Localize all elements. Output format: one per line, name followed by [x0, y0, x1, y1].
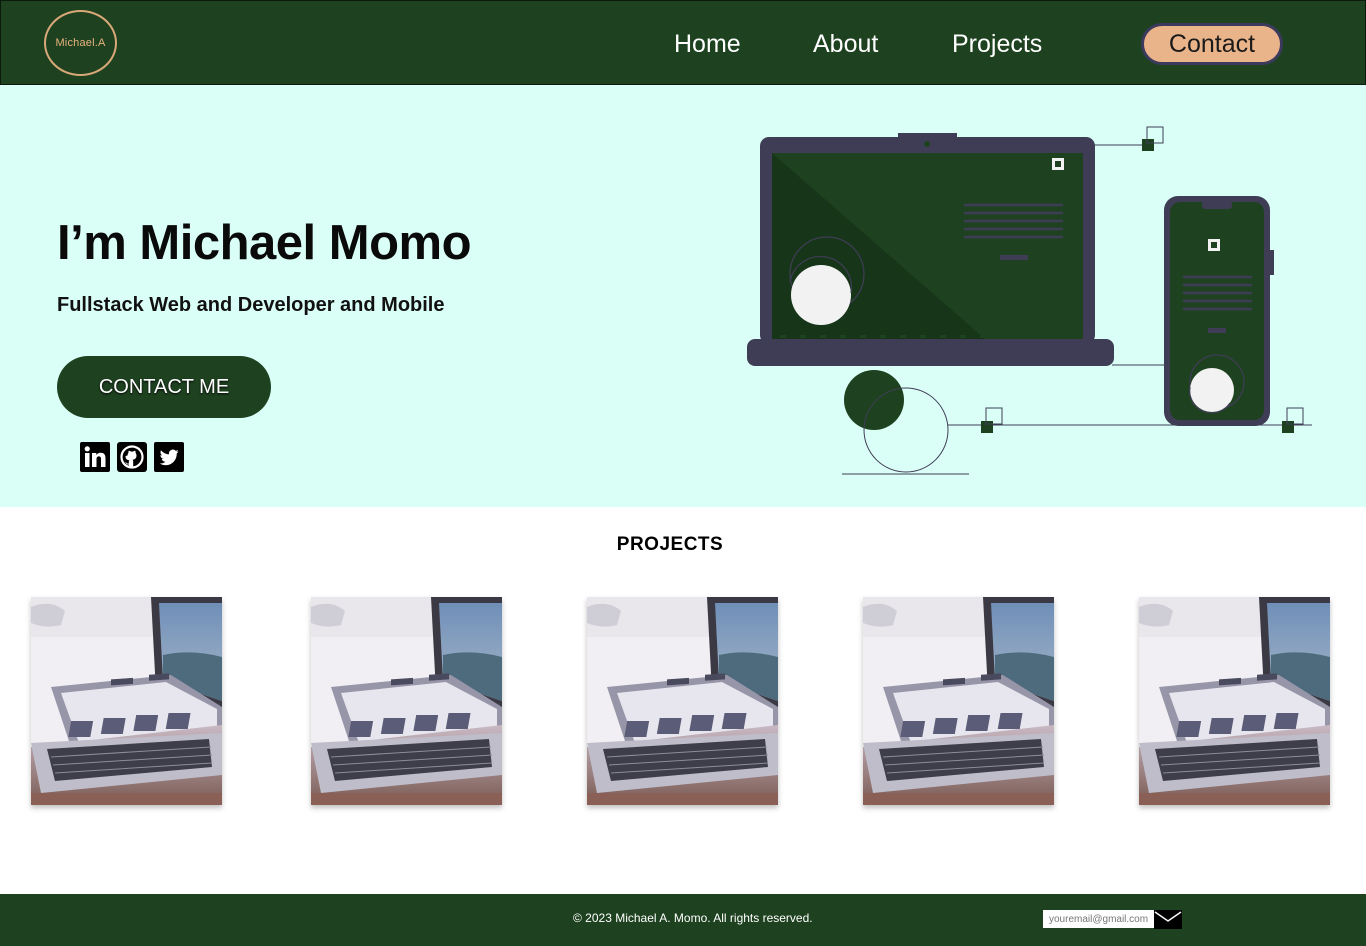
copyright-text: © 2023 Michael A. Momo. All rights reser… — [573, 911, 813, 925]
nav-projects-link[interactable]: Projects — [952, 29, 1042, 59]
top-navbar: Michael.A Home About Projects Contact — [0, 0, 1366, 85]
mail-send-icon[interactable] — [1154, 910, 1182, 929]
devices-illustration — [747, 126, 1312, 475]
contact-me-button[interactable]: CONTACT ME — [57, 356, 271, 418]
nav-about-link[interactable]: About — [813, 29, 878, 59]
project-thumbnail-image — [1139, 597, 1330, 805]
github-icon[interactable] — [117, 442, 147, 472]
hero-subtitle: Fullstack Web and Developer and Mobile — [57, 294, 445, 316]
nav-contact-button[interactable]: Contact — [1141, 23, 1283, 65]
project-thumbnail-image — [31, 597, 222, 805]
project-thumbnail-image — [311, 597, 502, 805]
logo[interactable]: Michael.A — [44, 10, 117, 76]
project-thumbnail-image — [587, 597, 778, 805]
footer: © 2023 Michael A. Momo. All rights reser… — [0, 894, 1366, 946]
projects-heading: PROJECTS — [616, 534, 724, 555]
project-card[interactable] — [311, 597, 502, 805]
project-card[interactable] — [587, 597, 778, 805]
project-thumbnail-image — [863, 597, 1054, 805]
logo-text: Michael.A — [55, 37, 106, 49]
hero-title: I’m Michael Momo — [57, 216, 472, 270]
email-input[interactable] — [1043, 910, 1154, 928]
nav-home-link[interactable]: Home — [674, 29, 741, 59]
project-card[interactable] — [1139, 597, 1330, 805]
linkedin-icon[interactable] — [80, 442, 110, 472]
hero-section: I’m Michael Momo Fullstack Web and Devel… — [0, 85, 1366, 507]
project-card[interactable] — [31, 597, 222, 805]
project-card[interactable] — [863, 597, 1054, 805]
twitter-icon[interactable] — [154, 442, 184, 472]
